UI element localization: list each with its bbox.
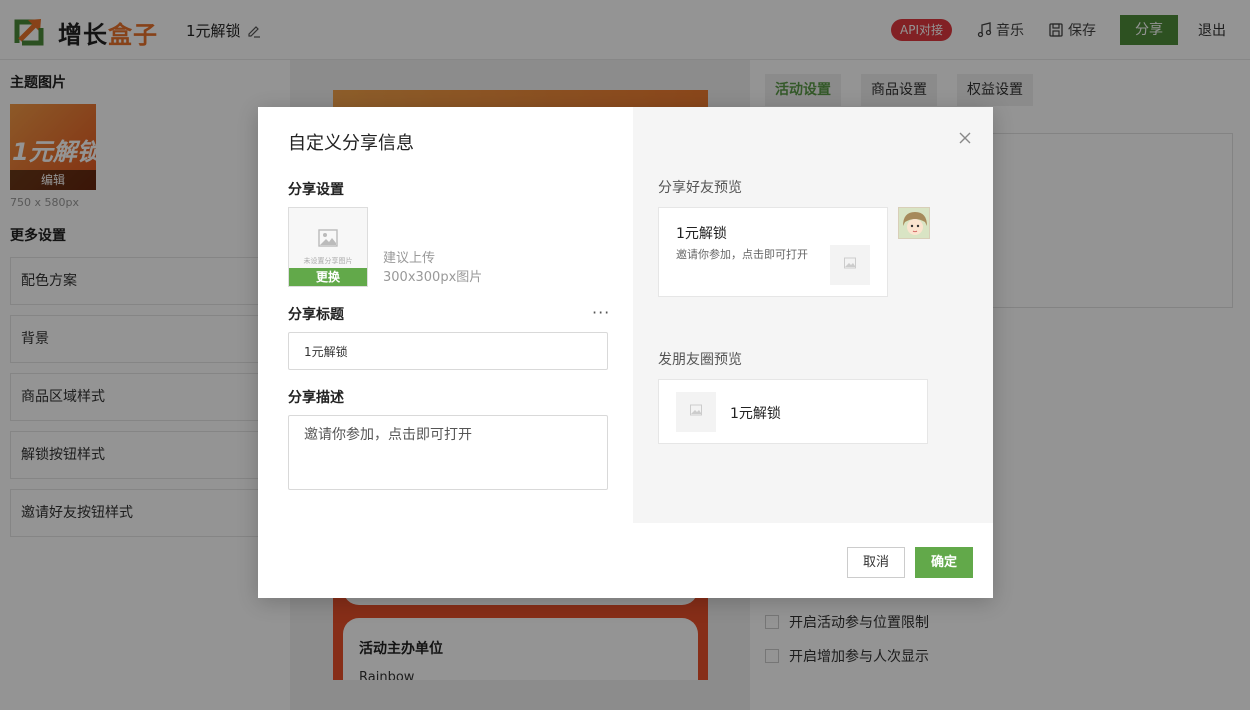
friend-card-title: 1元解锁	[676, 226, 727, 242]
friend-card-image	[830, 245, 870, 285]
friend-preview-label: 分享好友预览	[658, 180, 742, 196]
moments-share-card: 1元解锁	[658, 379, 928, 444]
user-avatar	[898, 207, 930, 239]
share-title-label: 分享标题	[288, 307, 344, 323]
upload-tip: 建议上传300x300px图片	[383, 251, 483, 285]
image-placeholder-icon	[690, 404, 702, 416]
friend-card-desc: 邀请你参加，点击即可打开	[676, 248, 808, 261]
upload-placeholder-text: 未设置分享图片	[303, 257, 353, 265]
dialog-title: 自定义分享信息	[288, 133, 414, 154]
image-placeholder-icon	[844, 257, 856, 269]
share-title-input[interactable]	[288, 332, 608, 370]
share-info-dialog: 自定义分享信息 分享设置 未设置分享图片 更换 建议上传300x300px图片 …	[258, 107, 993, 598]
avatar-face-icon	[899, 208, 929, 238]
change-image-button[interactable]: 更换	[289, 268, 367, 286]
share-desc-label: 分享描述	[288, 390, 344, 406]
moments-preview-label: 发朋友圈预览	[658, 352, 742, 368]
share-preview-pane: 分享好友预览 1元解锁 邀请你参加，点击即可打开 发朋友圈预览 1元解锁	[633, 107, 993, 523]
share-settings-label: 分享设置	[288, 182, 344, 198]
confirm-button[interactable]: 确定	[915, 547, 973, 578]
moments-card-image	[676, 392, 716, 432]
friend-share-card: 1元解锁 邀请你参加，点击即可打开	[658, 207, 888, 297]
share-form: 自定义分享信息 分享设置 未设置分享图片 更换 建议上传300x300px图片 …	[258, 107, 633, 523]
share-image-upload[interactable]: 未设置分享图片 更换	[288, 207, 368, 287]
more-dots-icon[interactable]: ···	[592, 303, 610, 322]
moments-card-title: 1元解锁	[730, 406, 781, 422]
close-icon[interactable]	[958, 131, 972, 145]
image-placeholder-icon	[318, 229, 338, 247]
cancel-button[interactable]: 取消	[847, 547, 905, 578]
share-desc-textarea[interactable]: 邀请你参加，点击即可打开	[288, 415, 608, 490]
